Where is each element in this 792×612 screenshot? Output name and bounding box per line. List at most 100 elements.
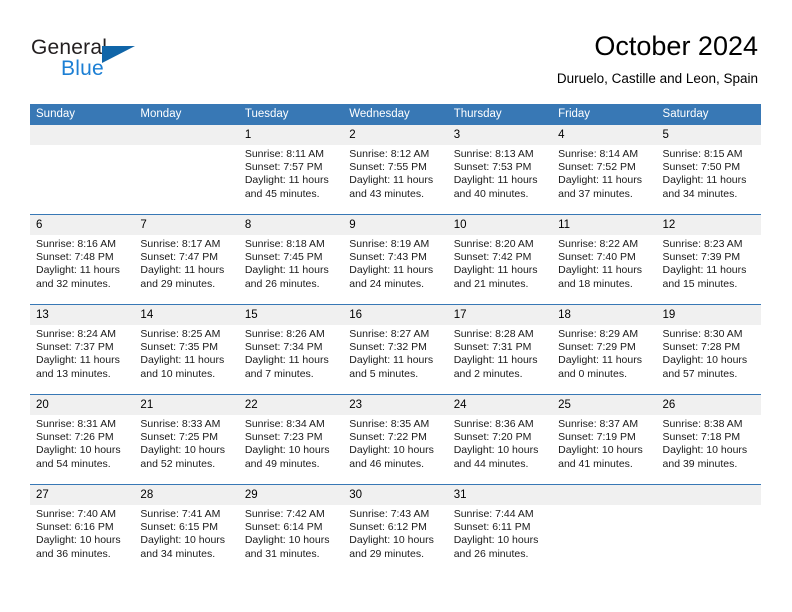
day-number: 15 (238, 305, 344, 325)
daylight-text-line1: Daylight: 11 hours (558, 264, 642, 277)
calendar-day-cell[interactable]: 4 Sunrise: 8:14 AM Sunset: 7:52 PM Daylight… (552, 125, 657, 215)
calendar-day-cell[interactable]: 14 Sunrise: 8:25 AM Sunset: 7:35 PM Dayligh… (134, 304, 239, 395)
calendar-day-cell[interactable]: 25 Sunrise: 8:37 AM Sunset: 7:19 PM Dayligh… (552, 394, 657, 485)
day-number: 7 (134, 215, 239, 235)
calendar-day-cell[interactable]: 31 Sunrise: 7:44 AM Sunset: 6:11 PM Dayligh… (447, 484, 553, 574)
sunrise-text: Sunrise: 8:26 AM (244, 328, 325, 340)
daylight-text-line2: and 46 minutes. (349, 457, 424, 470)
calendar-day-cell-empty (656, 484, 761, 574)
daylight-text-line1: Daylight: 10 hours (349, 534, 434, 547)
day-details: Sunrise: 8:11 AM Sunset: 7:57 PM Daylight:… (239, 145, 343, 201)
calendar-day-cell[interactable]: 1 Sunrise: 8:11 AM Sunset: 7:57 PM Daylight… (238, 125, 344, 215)
daylight-text-line2: and 37 minutes. (558, 187, 633, 200)
day-details: Sunrise: 8:26 AM Sunset: 7:34 PM Daylight:… (239, 325, 343, 381)
sunrise-text: Sunrise: 8:14 AM (558, 148, 639, 160)
sunrise-text: Sunrise: 8:34 AM (244, 418, 325, 430)
sunset-text: Sunset: 7:45 PM (244, 251, 323, 264)
weekday-header-friday: Friday (552, 104, 657, 125)
calendar-day-cell[interactable]: 7 Sunrise: 8:17 AM Sunset: 7:47 PM Daylight… (134, 214, 239, 305)
sunset-text: Sunset: 7:20 PM (453, 431, 532, 444)
sunset-text: Sunset: 7:25 PM (140, 431, 219, 444)
day-details: Sunrise: 8:31 AM Sunset: 7:26 PM Daylight:… (30, 415, 134, 471)
sunset-text: Sunset: 7:57 PM (244, 161, 323, 174)
calendar-week-row: 20 Sunrise: 8:31 AM Sunset: 7:26 PM Dayligh… (30, 394, 761, 485)
daylight-text-line2: and 34 minutes. (662, 187, 738, 200)
sunrise-text: Sunrise: 8:11 AM (244, 148, 325, 160)
sunset-text: Sunset: 7:22 PM (349, 431, 427, 444)
day-number: 28 (134, 485, 239, 505)
day-details: Sunrise: 8:27 AM Sunset: 7:32 PM Daylight:… (343, 325, 447, 381)
daylight-text-line2: and 26 minutes. (453, 547, 529, 560)
day-details: Sunrise: 8:12 AM Sunset: 7:55 PM Daylight:… (343, 145, 447, 201)
calendar-day-cell[interactable]: 16 Sunrise: 8:27 AM Sunset: 7:32 PM Dayligh… (343, 304, 448, 395)
calendar-day-cell[interactable]: 10 Sunrise: 8:20 AM Sunset: 7:42 PM Dayligh… (447, 214, 553, 305)
calendar-day-cell[interactable]: 12 Sunrise: 8:23 AM Sunset: 7:39 PM Dayligh… (656, 214, 761, 305)
sunset-text: Sunset: 7:48 PM (36, 251, 114, 264)
daylight-text-line1: Daylight: 10 hours (140, 444, 226, 457)
daylight-text-line1: Daylight: 10 hours (453, 444, 539, 457)
daylight-text-line1: Daylight: 11 hours (244, 174, 329, 187)
day-number: 1 (238, 125, 344, 145)
sunset-text: Sunset: 7:34 PM (244, 341, 323, 354)
day-details: Sunrise: 8:15 AM Sunset: 7:50 PM Daylight:… (657, 145, 761, 201)
sunrise-text: Sunrise: 8:33 AM (140, 418, 221, 430)
calendar-day-cell[interactable]: 19 Sunrise: 8:30 AM Sunset: 7:28 PM Dayligh… (656, 304, 761, 395)
daylight-text-line2: and 18 minutes. (558, 277, 633, 290)
daylight-text-line1: Daylight: 11 hours (558, 354, 642, 367)
sunrise-text: Sunrise: 7:40 AM (36, 508, 116, 520)
calendar-day-cell[interactable]: 29 Sunrise: 7:42 AM Sunset: 6:14 PM Dayligh… (238, 484, 344, 574)
daylight-text-line2: and 57 minutes. (662, 367, 738, 380)
calendar-day-cell[interactable]: 17 Sunrise: 8:28 AM Sunset: 7:31 PM Dayligh… (447, 304, 553, 395)
day-details: Sunrise: 8:24 AM Sunset: 7:37 PM Daylight:… (30, 325, 134, 381)
sunset-text: Sunset: 7:37 PM (36, 341, 114, 354)
sunrise-text: Sunrise: 7:41 AM (140, 508, 221, 520)
sunrise-text: Sunrise: 8:25 AM (140, 328, 221, 340)
calendar-day-cell[interactable]: 24 Sunrise: 8:36 AM Sunset: 7:20 PM Dayligh… (447, 394, 553, 485)
calendar-day-cell[interactable]: 30 Sunrise: 7:43 AM Sunset: 6:12 PM Dayligh… (343, 484, 448, 574)
sunrise-text: Sunrise: 8:35 AM (349, 418, 430, 430)
calendar-body: 1 Sunrise: 8:11 AM Sunset: 7:57 PM Daylight… (30, 125, 761, 574)
daylight-text-line2: and 10 minutes. (140, 367, 216, 380)
weekday-header-saturday: Saturday (656, 104, 761, 125)
day-details: Sunrise: 8:37 AM Sunset: 7:19 PM Daylight:… (552, 415, 656, 471)
calendar-day-cell[interactable]: 3 Sunrise: 8:13 AM Sunset: 7:53 PM Daylight… (447, 125, 553, 215)
general-blue-logo[interactable]: General Blue (31, 36, 151, 84)
day-details: Sunrise: 7:41 AM Sunset: 6:15 PM Daylight:… (134, 505, 238, 561)
day-details: Sunrise: 8:30 AM Sunset: 7:28 PM Daylight:… (657, 325, 761, 381)
sunset-text: Sunset: 7:18 PM (662, 431, 741, 444)
daylight-text-line1: Daylight: 10 hours (662, 444, 748, 457)
calendar-day-cell[interactable]: 6 Sunrise: 8:16 AM Sunset: 7:48 PM Daylight… (30, 214, 135, 305)
calendar-day-cell[interactable]: 2 Sunrise: 8:12 AM Sunset: 7:55 PM Daylight… (343, 125, 448, 215)
page-subtitle: Duruelo, Castille and Leon, Spain (556, 71, 758, 86)
calendar-week-row: 13 Sunrise: 8:24 AM Sunset: 7:37 PM Dayligh… (30, 304, 761, 395)
day-number: 24 (447, 395, 553, 415)
calendar-day-cell[interactable]: 8 Sunrise: 8:18 AM Sunset: 7:45 PM Daylight… (238, 214, 344, 305)
calendar-header-row: Sunday Monday Tuesday Wednesday Thursday… (30, 104, 761, 125)
calendar-day-cell[interactable]: 18 Sunrise: 8:29 AM Sunset: 7:29 PM Dayligh… (552, 304, 657, 395)
daylight-text-line2: and 0 minutes. (558, 367, 627, 380)
sunrise-text: Sunrise: 8:30 AM (662, 328, 743, 340)
sunrise-text: Sunrise: 8:12 AM (349, 148, 430, 160)
calendar-day-cell[interactable]: 26 Sunrise: 8:38 AM Sunset: 7:18 PM Dayligh… (656, 394, 761, 485)
day-number: 16 (343, 305, 448, 325)
sunrise-text: Sunrise: 8:19 AM (349, 238, 430, 250)
calendar-day-cell[interactable]: 27 Sunrise: 7:40 AM Sunset: 6:16 PM Dayligh… (30, 484, 135, 574)
day-details: Sunrise: 8:36 AM Sunset: 7:20 PM Daylight:… (448, 415, 552, 471)
calendar-day-cell[interactable]: 13 Sunrise: 8:24 AM Sunset: 7:37 PM Dayligh… (30, 304, 135, 395)
calendar-day-cell[interactable]: 15 Sunrise: 8:26 AM Sunset: 7:34 PM Dayligh… (238, 304, 344, 395)
calendar-week-row: 6 Sunrise: 8:16 AM Sunset: 7:48 PM Daylight… (30, 214, 761, 305)
daylight-text-line1: Daylight: 10 hours (140, 534, 226, 547)
calendar-day-cell[interactable]: 11 Sunrise: 8:22 AM Sunset: 7:40 PM Dayligh… (552, 214, 657, 305)
calendar-day-cell[interactable]: 23 Sunrise: 8:35 AM Sunset: 7:22 PM Dayligh… (343, 394, 448, 485)
calendar-day-cell-empty (30, 125, 135, 215)
day-details: Sunrise: 8:38 AM Sunset: 7:18 PM Daylight:… (657, 415, 761, 471)
calendar-day-cell[interactable]: 5 Sunrise: 8:15 AM Sunset: 7:50 PM Daylight… (656, 125, 761, 215)
day-number: 18 (552, 305, 657, 325)
calendar-day-cell[interactable]: 9 Sunrise: 8:19 AM Sunset: 7:43 PM Daylight… (343, 214, 448, 305)
day-number: 21 (134, 395, 239, 415)
calendar-day-cell[interactable]: 22 Sunrise: 8:34 AM Sunset: 7:23 PM Dayligh… (238, 394, 344, 485)
calendar-day-cell[interactable]: 28 Sunrise: 7:41 AM Sunset: 6:15 PM Dayligh… (134, 484, 239, 574)
daylight-text-line2: and 32 minutes. (36, 277, 111, 290)
calendar-day-cell[interactable]: 21 Sunrise: 8:33 AM Sunset: 7:25 PM Dayligh… (134, 394, 239, 485)
calendar-day-cell[interactable]: 20 Sunrise: 8:31 AM Sunset: 7:26 PM Dayligh… (30, 394, 135, 485)
